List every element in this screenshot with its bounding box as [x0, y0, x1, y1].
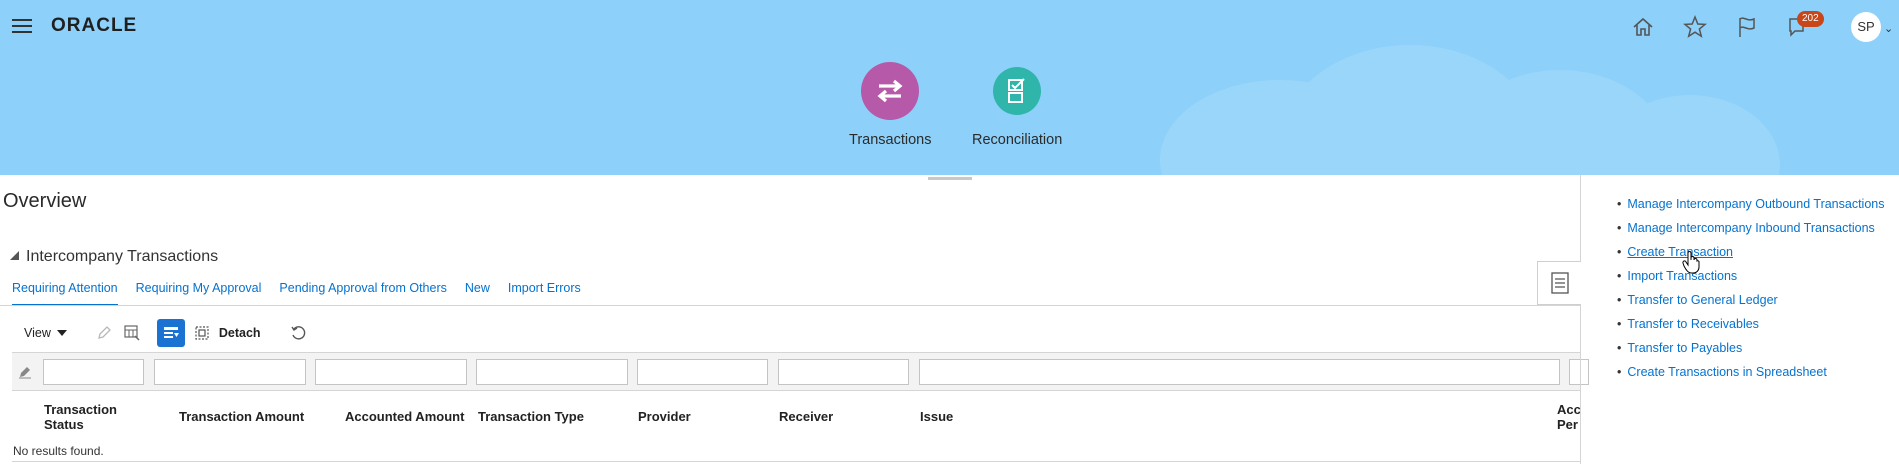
freeze-columns-icon[interactable] — [121, 322, 143, 344]
tab-bar: Requiring Attention Requiring My Approva… — [12, 281, 599, 306]
filter-transaction-type[interactable] — [476, 359, 628, 385]
home-icon[interactable] — [1630, 14, 1656, 40]
tab-requiring-my-approval[interactable]: Requiring My Approval — [136, 281, 262, 306]
tab-requiring-attention[interactable]: Requiring Attention — [12, 281, 118, 306]
filter-accounted-amount[interactable] — [315, 359, 467, 385]
app-tile-reconciliation[interactable]: Reconciliation — [972, 62, 1062, 148]
swap-arrows-icon — [861, 62, 920, 120]
view-menu-label: View — [24, 326, 51, 340]
empty-table-message: No results found. — [13, 444, 104, 458]
caret-down-icon — [56, 330, 67, 336]
panel-divider — [1580, 175, 1581, 464]
detach-icon[interactable] — [191, 322, 213, 344]
column-header-transaction-status[interactable]: Transaction Status — [44, 402, 117, 432]
tasks-panel-tab[interactable] — [1537, 261, 1581, 305]
table-toolbar: View Detach — [12, 318, 309, 348]
chevron-down-icon[interactable]: ⌄ — [1884, 22, 1893, 35]
favorites-star-icon[interactable] — [1682, 14, 1708, 40]
tab-import-errors[interactable]: Import Errors — [508, 281, 581, 306]
collapse-triangle-icon[interactable] — [10, 251, 19, 260]
app-label: Transactions — [849, 132, 932, 148]
query-by-example-icon[interactable] — [156, 319, 185, 347]
checklist-icon — [993, 67, 1042, 115]
oracle-logo: ORACLE — [51, 15, 138, 36]
column-header-accounted-amount[interactable]: Accounted Amount — [345, 409, 464, 424]
column-header-transaction-amount[interactable]: Transaction Amount — [179, 409, 304, 424]
app-label: Reconciliation — [972, 132, 1063, 148]
filter-transaction-status[interactable] — [43, 359, 144, 385]
tab-pending-approval-from-others[interactable]: Pending Approval from Others — [279, 281, 446, 306]
filter-receiver[interactable] — [778, 359, 909, 385]
refresh-icon[interactable] — [287, 322, 309, 344]
task-link-transfer-receivables[interactable]: Transfer to Receivables — [1617, 316, 1885, 340]
filter-provider[interactable] — [637, 359, 768, 385]
task-link-transfer-general-ledger[interactable]: Transfer to General Ledger — [1617, 292, 1885, 316]
hand-cursor-icon — [1682, 250, 1700, 279]
task-link-create-transaction[interactable]: Create Transaction — [1617, 244, 1885, 268]
detach-button[interactable]: Detach — [219, 326, 261, 340]
column-header-issue[interactable]: Issue — [920, 409, 953, 424]
task-link-manage-inbound[interactable]: Manage Intercompany Inbound Transactions — [1617, 220, 1885, 244]
view-menu[interactable]: View — [24, 326, 67, 340]
tasks-list: Manage Intercompany Outbound Transaction… — [1617, 196, 1885, 388]
task-link-manage-outbound[interactable]: Manage Intercompany Outbound Transaction… — [1617, 196, 1884, 220]
clear-filter-icon[interactable] — [18, 365, 32, 384]
user-avatar[interactable]: SP — [1851, 12, 1881, 42]
transactions-table: Transaction Status Transaction Amount Ac… — [12, 352, 1589, 464]
edit-pencil-icon[interactable] — [93, 322, 115, 344]
column-header-accounting-period[interactable]: Acc Per — [1557, 402, 1581, 432]
section-header[interactable]: Intercompany Transactions — [10, 248, 218, 266]
filter-issue[interactable] — [919, 359, 1560, 385]
column-header-provider[interactable]: Provider — [638, 409, 691, 424]
header-collapse-handle[interactable] — [928, 177, 972, 180]
section-title: Intercompany Transactions — [26, 248, 219, 265]
filter-accounting-period[interactable] — [1569, 359, 1589, 385]
column-header-receiver[interactable]: Receiver — [779, 409, 833, 424]
page-title: Overview — [3, 190, 87, 212]
task-list-icon — [1550, 272, 1569, 294]
app-tile-transactions[interactable]: Transactions — [849, 62, 931, 148]
navigator-menu-icon[interactable] — [12, 19, 32, 35]
task-link-create-spreadsheet[interactable]: Create Transactions in Spreadsheet — [1617, 364, 1885, 388]
task-link-import-transactions[interactable]: Import Transactions — [1617, 268, 1885, 292]
watchlist-flag-icon[interactable] — [1734, 14, 1760, 40]
global-header: ORACLE 202 SP ⌄ Transactions Reconciliat… — [0, 0, 1899, 175]
notifications-count-badge: 202 — [1797, 11, 1824, 27]
column-header-transaction-type[interactable]: Transaction Type — [478, 409, 584, 424]
tab-new[interactable]: New — [465, 281, 490, 306]
filter-row — [12, 353, 1589, 391]
table-bottom-border — [12, 461, 1580, 462]
tab-divider — [0, 305, 1580, 306]
filter-transaction-amount[interactable] — [154, 359, 306, 385]
task-link-transfer-payables[interactable]: Transfer to Payables — [1617, 340, 1885, 364]
